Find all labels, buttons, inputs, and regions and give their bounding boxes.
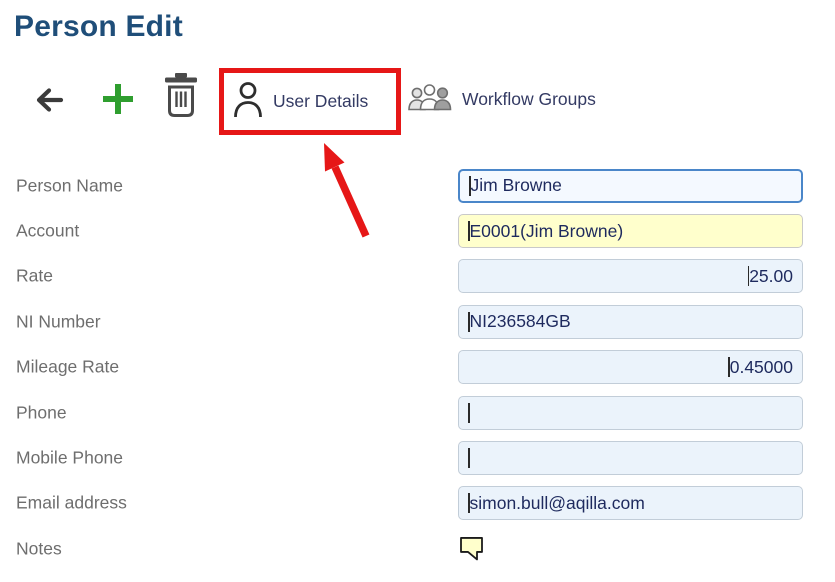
email-address-field[interactable]: simon.bull@aqilla.com xyxy=(458,486,803,520)
person-name-field[interactable]: Jim Browne xyxy=(458,169,803,203)
phone-field[interactable] xyxy=(458,396,803,430)
form-row: Email address simon.bull@aqilla.com xyxy=(0,481,835,526)
user-details-label: User Details xyxy=(273,91,368,112)
form-row: Mileage Rate 0.45000 xyxy=(0,345,835,390)
user-details-button[interactable]: User Details xyxy=(233,81,368,121)
workflow-groups-label: Workflow Groups xyxy=(462,89,596,110)
add-button[interactable] xyxy=(100,81,136,120)
plus-icon xyxy=(100,81,136,120)
person-edit-form: Person Name Jim Browne Account E0001(Jim… xyxy=(0,163,835,572)
trash-icon xyxy=(163,73,199,122)
phone-label: Phone xyxy=(16,402,67,423)
form-row: Mobile Phone xyxy=(0,435,835,480)
ni-number-label: NI Number xyxy=(16,311,101,332)
arrow-left-icon xyxy=(34,86,64,117)
email-address-label: Email address xyxy=(16,493,127,514)
page-title: Person Edit xyxy=(14,10,183,44)
mobile-phone-field[interactable] xyxy=(458,441,803,475)
mileage-rate-label: Mileage Rate xyxy=(16,357,119,378)
person-edit-page: Person Edit xyxy=(0,0,835,582)
field-value: NI236584GB xyxy=(470,311,571,332)
text-caret xyxy=(468,448,470,468)
rate-field[interactable]: 25.00 xyxy=(458,259,803,293)
field-value: 0.45000 xyxy=(730,357,793,378)
field-value: 25.00 xyxy=(749,266,793,287)
form-row: Phone xyxy=(0,390,835,435)
rate-label: Rate xyxy=(16,266,53,287)
field-value: simon.bull@aqilla.com xyxy=(470,493,645,514)
speech-bubble-icon xyxy=(458,550,485,565)
delete-button[interactable] xyxy=(163,73,199,122)
person-name-label: Person Name xyxy=(16,175,123,196)
form-row: Rate 25.00 xyxy=(0,254,835,299)
mileage-rate-field[interactable]: 0.45000 xyxy=(458,350,803,384)
field-value: E0001(Jim Browne) xyxy=(470,221,624,242)
mobile-phone-label: Mobile Phone xyxy=(16,448,123,469)
back-button[interactable] xyxy=(34,86,64,117)
notes-button[interactable] xyxy=(458,535,485,562)
text-caret xyxy=(468,403,470,423)
account-field[interactable]: E0001(Jim Browne) xyxy=(458,214,803,248)
workflow-groups-button[interactable]: Workflow Groups xyxy=(408,79,596,119)
form-row: Account E0001(Jim Browne) xyxy=(0,208,835,253)
notes-label: Notes xyxy=(16,538,62,559)
form-row: Person Name Jim Browne xyxy=(0,163,835,208)
person-icon xyxy=(233,81,263,121)
people-group-icon xyxy=(408,84,452,114)
account-label: Account xyxy=(16,221,79,242)
form-row: Notes xyxy=(0,526,835,571)
field-value: Jim Browne xyxy=(471,175,562,196)
form-row: NI Number NI236584GB xyxy=(0,299,835,344)
ni-number-field[interactable]: NI236584GB xyxy=(458,305,803,339)
